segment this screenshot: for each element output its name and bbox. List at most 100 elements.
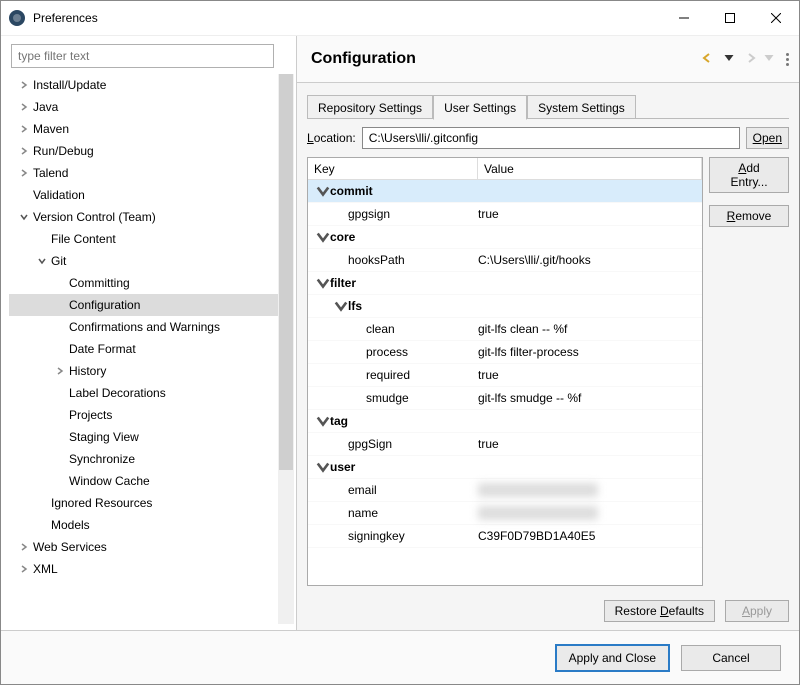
tree-item-label: Label Decorations <box>67 386 168 400</box>
forward-dropdown-icon[interactable] <box>762 52 776 67</box>
open-button[interactable]: Open <box>746 127 789 149</box>
details-header: Configuration <box>297 36 799 83</box>
table-row[interactable]: gpgSigntrue <box>308 433 702 456</box>
tree-item[interactable]: Java <box>9 96 278 118</box>
add-entry-button[interactable]: Add Entry... <box>709 157 789 193</box>
chevron-right-icon[interactable] <box>17 125 31 133</box>
tree-item[interactable]: Git <box>9 250 278 272</box>
close-button[interactable] <box>753 1 799 36</box>
table-row[interactable]: lfs <box>308 295 702 318</box>
tree-item[interactable]: Talend <box>9 162 278 184</box>
table-row[interactable]: requiredtrue <box>308 364 702 387</box>
table-row[interactable]: signingkeyC39F0D79BD1A40E5 <box>308 525 702 548</box>
tab-repository-settings[interactable]: Repository Settings <box>307 95 433 119</box>
tree-item[interactable]: Run/Debug <box>9 140 278 162</box>
details-pane: Configuration Repository Settings User S… <box>297 36 799 630</box>
remove-button[interactable]: Remove <box>709 205 789 227</box>
minimize-button[interactable] <box>661 1 707 36</box>
chevron-down-icon[interactable] <box>316 414 330 428</box>
tree-item[interactable]: Staging View <box>9 426 278 448</box>
tree-item[interactable]: Window Cache <box>9 470 278 492</box>
tree-item[interactable]: Synchronize <box>9 448 278 470</box>
tree-item-label: Date Format <box>67 342 138 356</box>
restore-defaults-button[interactable]: Restore Defaults <box>604 600 715 622</box>
tree-item-label: Maven <box>31 122 71 136</box>
tree-item[interactable]: Install/Update <box>9 74 278 96</box>
key-cell: signingkey <box>308 529 478 543</box>
tree-item[interactable]: XML <box>9 558 278 580</box>
table-row[interactable]: processgit-lfs filter-process <box>308 341 702 364</box>
tree-item[interactable]: Web Services <box>9 536 278 558</box>
table-row[interactable]: tag <box>308 410 702 433</box>
chevron-right-icon[interactable] <box>53 367 67 375</box>
back-icon[interactable] <box>702 52 716 67</box>
location-input[interactable] <box>362 127 740 149</box>
cancel-button[interactable]: Cancel <box>681 645 781 671</box>
tree-item-label: Git <box>49 254 68 268</box>
tree-item[interactable]: Models <box>9 514 278 536</box>
key-cell: lfs <box>308 299 478 313</box>
tree-item[interactable]: Version Control (Team) <box>9 206 278 228</box>
tab-user-settings[interactable]: User Settings <box>433 95 527 120</box>
chevron-right-icon[interactable] <box>17 565 31 573</box>
tree-item[interactable]: Committing <box>9 272 278 294</box>
forward-icon[interactable] <box>742 52 756 67</box>
table-row[interactable]: gpgsigntrue <box>308 203 702 226</box>
chevron-down-icon[interactable] <box>316 460 330 474</box>
column-key[interactable]: Key <box>308 158 478 179</box>
page-heading: Configuration <box>311 50 702 68</box>
tree-item[interactable]: Configuration <box>9 294 278 316</box>
preferences-tree[interactable]: Install/UpdateJava Maven Run/DebugTalendVa… <box>9 74 296 624</box>
key-label: name <box>348 506 378 520</box>
tree-item[interactable]: Maven <box>9 118 278 140</box>
tree-item-label: Ignored Resources <box>49 496 154 510</box>
key-label: clean <box>366 322 395 336</box>
chevron-down-icon[interactable] <box>334 299 348 313</box>
tree-item[interactable]: Date Format <box>9 338 278 360</box>
table-row[interactable]: smudgegit-lfs smudge -- %f <box>308 387 702 410</box>
chevron-down-icon[interactable] <box>17 213 31 221</box>
key-label: gpgsign <box>348 207 390 221</box>
tree-item[interactable]: Ignored Resources <box>9 492 278 514</box>
filter-input[interactable] <box>11 44 274 68</box>
chevron-down-icon[interactable] <box>316 276 330 290</box>
column-value[interactable]: Value <box>478 158 702 179</box>
chevron-down-icon[interactable] <box>316 230 330 244</box>
table-row[interactable]: cleangit-lfs clean -- %f <box>308 318 702 341</box>
table-row[interactable]: commit <box>308 180 702 203</box>
chevron-right-icon[interactable] <box>17 103 31 111</box>
table-row[interactable]: name <box>308 502 702 525</box>
tree-item[interactable]: Confirmations and Warnings <box>9 316 278 338</box>
chevron-right-icon[interactable] <box>17 169 31 177</box>
table-row[interactable]: hooksPathC:\Users\lli/.git/hooks <box>308 249 702 272</box>
chevron-right-icon[interactable] <box>17 147 31 155</box>
key-cell: smudge <box>308 391 478 405</box>
apply-button[interactable]: Apply <box>725 600 789 622</box>
dialog-footer: Apply and Close Cancel <box>1 630 799 684</box>
chevron-down-icon[interactable] <box>35 257 49 265</box>
apply-and-close-button[interactable]: Apply and Close <box>556 645 669 671</box>
chevron-down-icon[interactable] <box>316 184 330 198</box>
back-dropdown-icon[interactable] <box>722 52 736 67</box>
table-row[interactable]: email <box>308 479 702 502</box>
tree-item[interactable]: Projects <box>9 404 278 426</box>
redacted-value <box>478 483 598 497</box>
maximize-button[interactable] <box>707 1 753 36</box>
view-menu-icon[interactable] <box>786 53 789 66</box>
config-table[interactable]: Key Value commitgpgsigntruecorehooksPath… <box>307 157 703 586</box>
table-row[interactable]: core <box>308 226 702 249</box>
header-toolbar <box>702 52 789 67</box>
tree-item[interactable]: Label Decorations <box>9 382 278 404</box>
table-row[interactable]: user <box>308 456 702 479</box>
tree-item[interactable]: Validation <box>9 184 278 206</box>
chevron-right-icon[interactable] <box>17 81 31 89</box>
tree-scrollbar[interactable] <box>278 74 294 624</box>
table-row[interactable]: filter <box>308 272 702 295</box>
key-cell: user <box>308 460 478 474</box>
tree-item-label: History <box>67 364 108 378</box>
tree-item[interactable]: File Content <box>9 228 278 250</box>
tree-item[interactable]: History <box>9 360 278 382</box>
tab-system-settings[interactable]: System Settings <box>527 95 636 119</box>
chevron-right-icon[interactable] <box>17 543 31 551</box>
key-label: hooksPath <box>348 253 405 267</box>
